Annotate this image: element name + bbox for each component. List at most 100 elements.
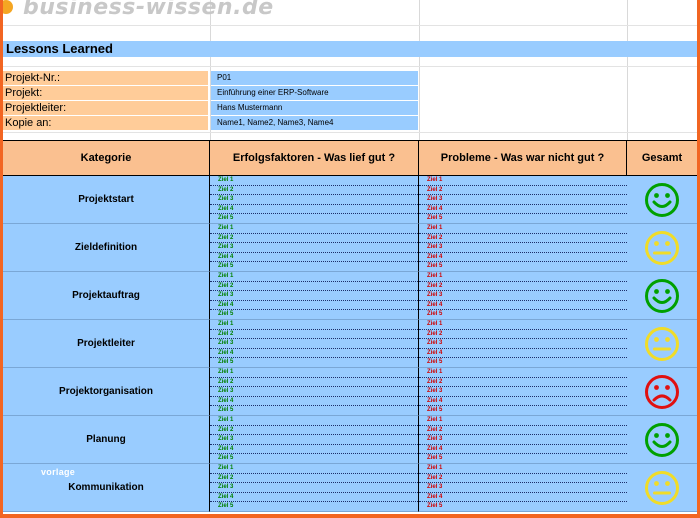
problem-goal-line[interactable]: Ziel 5 [419, 454, 627, 463]
erfolg-goals-cell: Ziel 1 Ziel 2 Ziel 3 Ziel 4 Ziel 5 [210, 464, 419, 512]
problem-goal-line[interactable]: Ziel 2 [419, 186, 627, 196]
problem-goal-line[interactable]: Ziel 5 [419, 262, 627, 271]
problem-goal-line[interactable]: Ziel 4 [419, 445, 627, 455]
info-value-projektnr[interactable]: P01 [211, 71, 418, 85]
happy-smiley-icon [645, 278, 679, 313]
problem-goal-line[interactable]: Ziel 1 [419, 176, 627, 186]
problem-goal-line[interactable]: Ziel 3 [419, 339, 627, 349]
problem-goals-cell: Ziel 1 Ziel 2 Ziel 3 Ziel 4 Ziel 5 [419, 320, 628, 368]
gesamt-cell [627, 272, 697, 320]
erfolg-goal-line[interactable]: Ziel 1 [210, 416, 418, 426]
erfolg-goal-line[interactable]: Ziel 4 [210, 397, 418, 407]
watermark-text: vorlage [41, 467, 76, 477]
erfolg-goal-line[interactable]: Ziel 3 [210, 483, 418, 493]
problem-goal-line[interactable]: Ziel 5 [419, 214, 627, 223]
erfolg-goal-line[interactable]: Ziel 4 [210, 205, 418, 215]
problem-goal-line[interactable]: Ziel 2 [419, 426, 627, 436]
erfolg-goal-line[interactable]: Ziel 2 [210, 282, 418, 292]
erfolg-goal-line[interactable]: Ziel 1 [210, 368, 418, 378]
neutral-smiley-icon [645, 230, 679, 265]
erfolg-goals-cell: Ziel 1 Ziel 2 Ziel 3 Ziel 4 Ziel 5 [210, 272, 419, 320]
category-cell: Projektstart [3, 176, 210, 224]
erfolg-goal-line[interactable]: Ziel 5 [210, 310, 418, 319]
erfolg-goal-line[interactable]: Ziel 1 [210, 320, 418, 330]
problem-goal-line[interactable]: Ziel 4 [419, 349, 627, 359]
category-cell: Projektleiter [3, 320, 210, 368]
erfolg-goal-line[interactable]: Ziel 3 [210, 195, 418, 205]
problem-goal-line[interactable]: Ziel 4 [419, 493, 627, 503]
erfolg-goal-line[interactable]: Ziel 5 [210, 262, 418, 271]
erfolg-goal-line[interactable]: Ziel 4 [210, 253, 418, 263]
problem-goal-line[interactable]: Ziel 3 [419, 243, 627, 253]
problem-goal-line[interactable]: Ziel 5 [419, 310, 627, 319]
problem-goal-line[interactable]: Ziel 2 [419, 474, 627, 484]
problem-goal-line[interactable]: Ziel 2 [419, 282, 627, 292]
neutral-smiley-icon [645, 326, 679, 361]
logo-text: business-wissen.de [23, 0, 274, 20]
erfolg-goal-line[interactable]: Ziel 1 [210, 176, 418, 186]
erfolg-goal-line[interactable]: Ziel 1 [210, 272, 418, 282]
problem-goal-line[interactable]: Ziel 4 [419, 301, 627, 311]
erfolg-goals-cell: Ziel 1 Ziel 2 Ziel 3 Ziel 4 Ziel 5 [210, 416, 419, 464]
logo-mark-icon [3, 0, 13, 14]
info-label-projektleiter: Projektleiter: [3, 101, 208, 115]
problem-goal-line[interactable]: Ziel 1 [419, 320, 627, 330]
erfolg-goal-line[interactable]: Ziel 2 [210, 330, 418, 340]
erfolg-goal-line[interactable]: Ziel 4 [210, 301, 418, 311]
info-label-projektnr: Projekt-Nr.: [3, 71, 208, 85]
gesamt-cell [627, 416, 697, 464]
problem-goal-line[interactable]: Ziel 5 [419, 406, 627, 415]
erfolg-goal-line[interactable]: Ziel 2 [210, 378, 418, 388]
erfolg-goal-line[interactable]: Ziel 3 [210, 291, 418, 301]
gesamt-cell [627, 224, 697, 272]
erfolg-goal-line[interactable]: Ziel 3 [210, 387, 418, 397]
erfolg-goal-line[interactable]: Ziel 3 [210, 435, 418, 445]
erfolg-goal-line[interactable]: Ziel 2 [210, 474, 418, 484]
problem-goal-line[interactable]: Ziel 1 [419, 272, 627, 282]
info-value-projekt[interactable]: Einführung einer ERP-Software [211, 86, 418, 100]
problem-goal-line[interactable]: Ziel 2 [419, 378, 627, 388]
header-erfolgsfaktoren: Erfolgsfaktoren - Was lief gut ? [210, 140, 419, 176]
erfolg-goal-line[interactable]: Ziel 5 [210, 406, 418, 415]
problem-goals-cell: Ziel 1 Ziel 2 Ziel 3 Ziel 4 Ziel 5 [419, 224, 628, 272]
erfolg-goal-line[interactable]: Ziel 5 [210, 214, 418, 223]
problem-goal-line[interactable]: Ziel 1 [419, 416, 627, 426]
problem-goal-line[interactable]: Ziel 4 [419, 205, 627, 215]
problem-goals-cell: Ziel 1 Ziel 2 Ziel 3 Ziel 4 Ziel 5 [419, 272, 628, 320]
problem-goal-line[interactable]: Ziel 2 [419, 330, 627, 340]
erfolg-goal-line[interactable]: Ziel 4 [210, 445, 418, 455]
erfolg-goal-line[interactable]: Ziel 1 [210, 224, 418, 234]
erfolg-goal-line[interactable]: Ziel 2 [210, 234, 418, 244]
erfolg-goal-line[interactable]: Ziel 4 [210, 349, 418, 359]
category-cell: Kommunikation [3, 464, 210, 512]
problem-goal-line[interactable]: Ziel 4 [419, 253, 627, 263]
gesamt-cell [627, 320, 697, 368]
problem-goal-line[interactable]: Ziel 3 [419, 195, 627, 205]
problem-goal-line[interactable]: Ziel 4 [419, 397, 627, 407]
header-gesamt: Gesamt [627, 140, 697, 176]
erfolg-goal-line[interactable]: Ziel 3 [210, 339, 418, 349]
problem-goal-line[interactable]: Ziel 3 [419, 291, 627, 301]
sad-smiley-icon [645, 374, 679, 409]
erfolg-goal-line[interactable]: Ziel 2 [210, 186, 418, 196]
problem-goal-line[interactable]: Ziel 1 [419, 368, 627, 378]
header-kategorie: Kategorie [3, 140, 210, 176]
problem-goal-line[interactable]: Ziel 2 [419, 234, 627, 244]
problem-goal-line[interactable]: Ziel 3 [419, 387, 627, 397]
erfolg-goal-line[interactable]: Ziel 5 [210, 358, 418, 367]
erfolg-goal-line[interactable]: Ziel 5 [210, 502, 418, 511]
erfolg-goal-line[interactable]: Ziel 5 [210, 454, 418, 463]
problem-goal-line[interactable]: Ziel 3 [419, 435, 627, 445]
info-value-kopie[interactable]: Name1, Name2, Name3, Name4 [211, 116, 418, 130]
erfolg-goal-line[interactable]: Ziel 1 [210, 464, 418, 474]
problem-goal-line[interactable]: Ziel 1 [419, 464, 627, 474]
info-label-kopie: Kopie an: [3, 116, 208, 130]
erfolg-goal-line[interactable]: Ziel 3 [210, 243, 418, 253]
problem-goal-line[interactable]: Ziel 1 [419, 224, 627, 234]
erfolg-goal-line[interactable]: Ziel 4 [210, 493, 418, 503]
info-value-projektleiter[interactable]: Hans Mustermann [211, 101, 418, 115]
erfolg-goal-line[interactable]: Ziel 2 [210, 426, 418, 436]
problem-goal-line[interactable]: Ziel 5 [419, 502, 627, 511]
problem-goal-line[interactable]: Ziel 3 [419, 483, 627, 493]
problem-goal-line[interactable]: Ziel 5 [419, 358, 627, 367]
